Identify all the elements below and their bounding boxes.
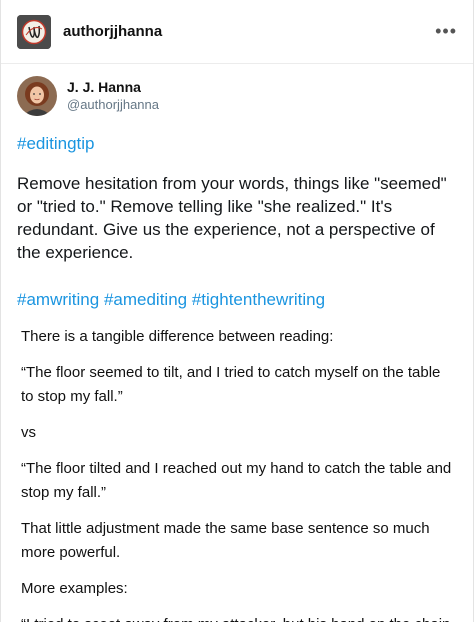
paragraph: There is a tangible difference between r… <box>21 328 334 345</box>
tumblr-post: authorjjhanna ••• J. J. Hanna @authorjjh… <box>0 0 474 622</box>
hashtags-line: #amwriting #amediting #tightenthewriting <box>17 288 457 311</box>
monogram-logo-icon <box>17 14 51 49</box>
tweet-body: #editingtip Remove hesitation from your … <box>17 132 457 311</box>
paragraph: “The floor tilted and I reached out my h… <box>21 460 452 501</box>
blog-name-link[interactable]: authorjjhanna <box>63 23 162 40</box>
profile-photo <box>17 76 57 116</box>
paragraph: “The floor seemed to tilt, and I tried t… <box>21 364 441 405</box>
paragraph: vs <box>21 424 36 441</box>
embedded-tweet: J. J. Hanna @authorjjhanna #editingtip R… <box>1 64 473 311</box>
blog-avatar[interactable] <box>17 14 51 49</box>
paragraph: “I tried to scoot away from my attacker,… <box>21 613 453 622</box>
tweet-author: J. J. Hanna @authorjjhanna <box>17 64 457 120</box>
paragraph: That little adjustment made the same bas… <box>21 520 430 561</box>
paragraph: More examples: <box>21 580 128 597</box>
post-header: authorjjhanna ••• <box>1 0 473 64</box>
display-name[interactable]: J. J. Hanna <box>67 79 159 96</box>
more-options-icon[interactable]: ••• <box>435 21 457 42</box>
hashtag-link[interactable]: #editingtip <box>17 134 95 153</box>
post-body: There is a tangible difference between r… <box>1 325 473 622</box>
tweet-user-info: J. J. Hanna @authorjjhanna <box>67 79 159 113</box>
avatar[interactable] <box>17 76 57 116</box>
user-handle[interactable]: @authorjjhanna <box>67 96 159 113</box>
hashtag-link[interactable]: #tightenthewriting <box>192 290 325 309</box>
hashtag-link[interactable]: #amwriting <box>17 290 99 309</box>
tweet-text: Remove hesitation from your words, thing… <box>17 174 447 262</box>
hashtag-link[interactable]: #amediting <box>104 290 187 309</box>
hashtag-line: #editingtip <box>17 132 457 155</box>
